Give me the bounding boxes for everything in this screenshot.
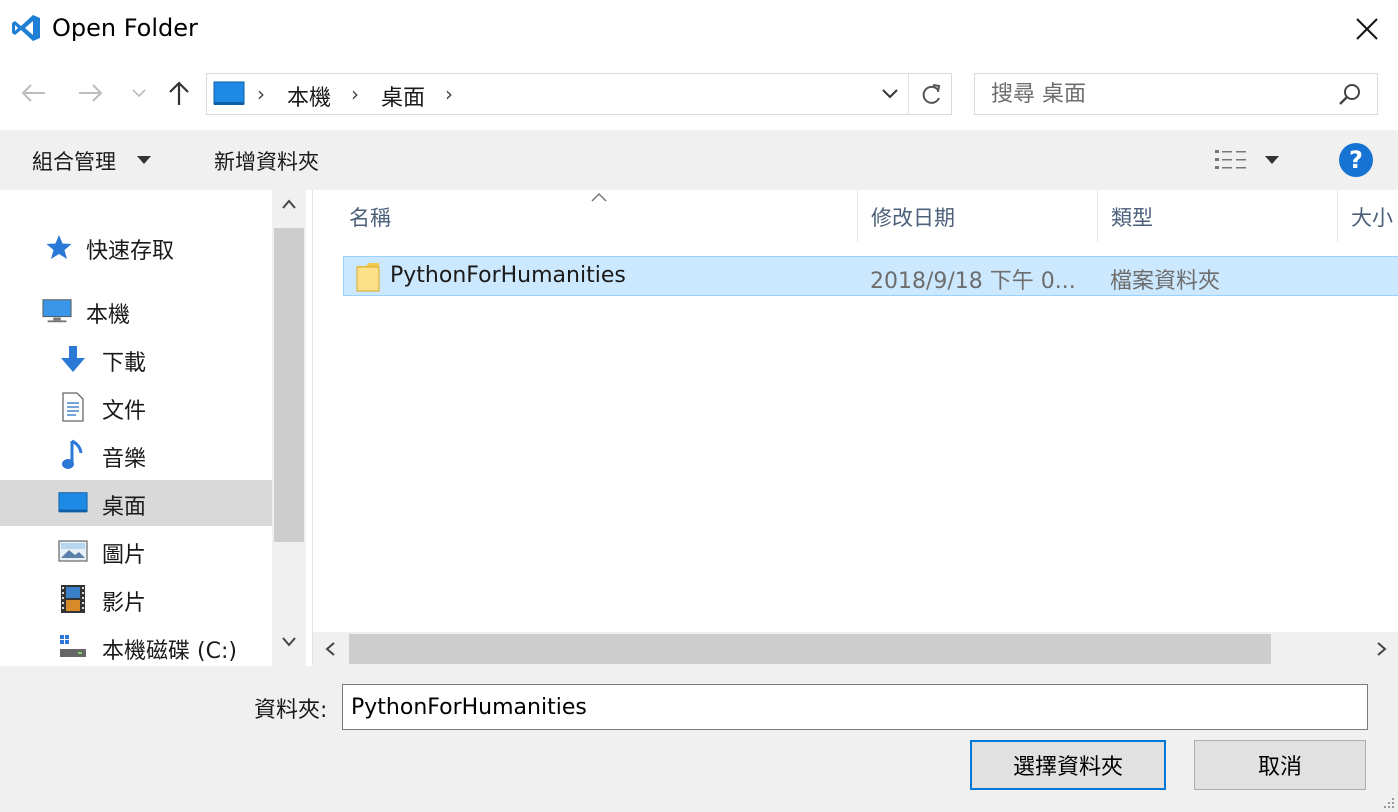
address-history-dropdown[interactable] [871,74,909,114]
address-bar[interactable]: › 本機 › 桌面 › [206,73,952,115]
vscode-icon [10,12,42,44]
folder-field-label: 資料夾: [254,698,328,723]
help-button[interactable]: ? [1339,143,1373,177]
refresh-icon [922,84,940,104]
scroll-down-button[interactable] [272,636,306,660]
chevron-right-icon [1377,642,1387,656]
videos-icon [58,584,88,614]
download-icon [58,344,88,374]
up-button[interactable] [162,76,196,110]
chevron-down-icon [881,89,898,99]
pictures-icon [58,536,88,566]
column-divider[interactable] [1337,190,1338,242]
nav-item-music[interactable]: 音樂 [0,432,272,478]
back-button[interactable] [16,76,50,110]
navigation-bar: › 本機 › 桌面 › [0,58,1398,130]
title-bar: Open Folder [0,0,1398,58]
nav-item-label: 圖片 [102,543,147,568]
chevron-left-icon [325,642,335,656]
navpane-vertical-scrollbar[interactable] [272,190,306,666]
breadcrumb-separator: › [257,82,265,106]
nav-item-label: 文件 [102,399,147,424]
cancel-button[interactable]: 取消 [1194,740,1366,790]
column-header-size[interactable]: 大小 [1351,202,1393,232]
nav-item-label: 本機磁碟 (C:) [102,639,237,664]
search-icon [1339,84,1360,105]
nav-item-label: 影片 [102,591,147,616]
breadcrumb-separator: › [445,82,453,106]
new-folder-button[interactable]: 新增資料夾 [214,146,319,176]
column-divider[interactable] [1097,190,1098,242]
nav-item-label: 快速存取 [86,239,175,264]
close-button[interactable] [1336,0,1398,58]
breadcrumb-separator: › [351,82,359,106]
arrow-left-icon [21,84,45,102]
recent-locations-button[interactable] [124,76,154,110]
window-title: Open Folder [52,14,198,42]
details-view-icon[interactable] [1214,148,1248,172]
nav-item-downloads[interactable]: 下載 [0,336,272,382]
file-name: PythonForHumanities [390,263,626,288]
scroll-right-button[interactable] [1371,636,1393,662]
caret-down-icon [137,156,151,164]
search-input[interactable] [991,80,1321,108]
chevron-up-icon [282,199,296,209]
star-icon [44,232,74,262]
file-list: 名稱 修改日期 類型 大小 PythonForHumanities 2018/9… [312,190,1398,666]
scroll-up-button[interactable] [272,198,306,222]
computer-icon [42,296,72,326]
arrow-right-icon [79,84,103,102]
filelist-horizontal-scrollbar[interactable] [313,632,1398,666]
navigation-pane: 快速存取 本機 下載 文件 音樂 桌面 圖片 影片 本機磁碟 (C:) [0,190,306,666]
command-toolbar: 組合管理 新增資料夾 ? [0,130,1398,190]
breadcrumb-desktop[interactable]: 桌面 [381,80,425,112]
forward-button[interactable] [74,76,108,110]
nav-item-videos[interactable]: 影片 [0,576,272,622]
document-icon [58,392,88,422]
nav-item-local-disk[interactable]: 本機磁碟 (C:) [0,624,272,670]
nav-item-label: 桌面 [102,495,147,520]
drive-icon [58,632,88,662]
sort-ascending-icon [591,192,607,202]
nav-item-pictures[interactable]: 圖片 [0,528,272,574]
nav-item-quick-access[interactable]: 快速存取 [0,224,272,270]
file-type: 檔案資料夾 [1110,269,1221,294]
close-icon [1356,18,1378,40]
chevron-down-icon [282,637,296,647]
chevron-down-icon [132,89,146,98]
nav-item-desktop[interactable]: 桌面 [0,480,272,526]
desktop-icon [58,488,88,518]
scrollbar-thumb[interactable] [274,228,304,542]
nav-item-label: 本機 [86,303,131,328]
folder-name-input[interactable] [342,684,1368,730]
nav-item-label: 音樂 [102,447,147,472]
column-header-type[interactable]: 類型 [1111,202,1153,232]
view-options-caret-icon[interactable] [1264,155,1280,165]
search-box[interactable] [974,73,1378,115]
dialog-footer: 資料夾: 選擇資料夾 取消 [0,666,1398,812]
music-icon [58,439,88,470]
refresh-button[interactable] [910,74,951,114]
resize-grip-icon[interactable] [1380,794,1396,810]
folder-icon [356,263,380,292]
scroll-left-button[interactable] [319,636,341,662]
column-header-name[interactable]: 名稱 [349,202,391,232]
open-folder-dialog: Open Folder › 本機 › 桌面 › 搜尋 桌面 組合管理 新增資料夾… [0,0,1398,812]
arrow-up-icon [169,81,189,105]
table-row[interactable]: PythonForHumanities 2018/9/18 下午 0... 檔案… [343,256,1398,296]
organize-button[interactable]: 組合管理 [32,146,116,176]
file-modified: 2018/9/18 下午 0... [870,269,1076,294]
select-folder-button[interactable]: 選擇資料夾 [970,740,1166,790]
column-header-modified[interactable]: 修改日期 [871,202,955,232]
desktop-icon [213,81,245,105]
nav-item-documents[interactable]: 文件 [0,384,272,430]
scrollbar-thumb[interactable] [349,634,1271,664]
breadcrumb-this-pc[interactable]: 本機 [287,80,331,112]
nav-item-this-pc[interactable]: 本機 [0,288,272,334]
nav-item-label: 下載 [102,351,147,376]
column-divider[interactable] [857,190,858,242]
